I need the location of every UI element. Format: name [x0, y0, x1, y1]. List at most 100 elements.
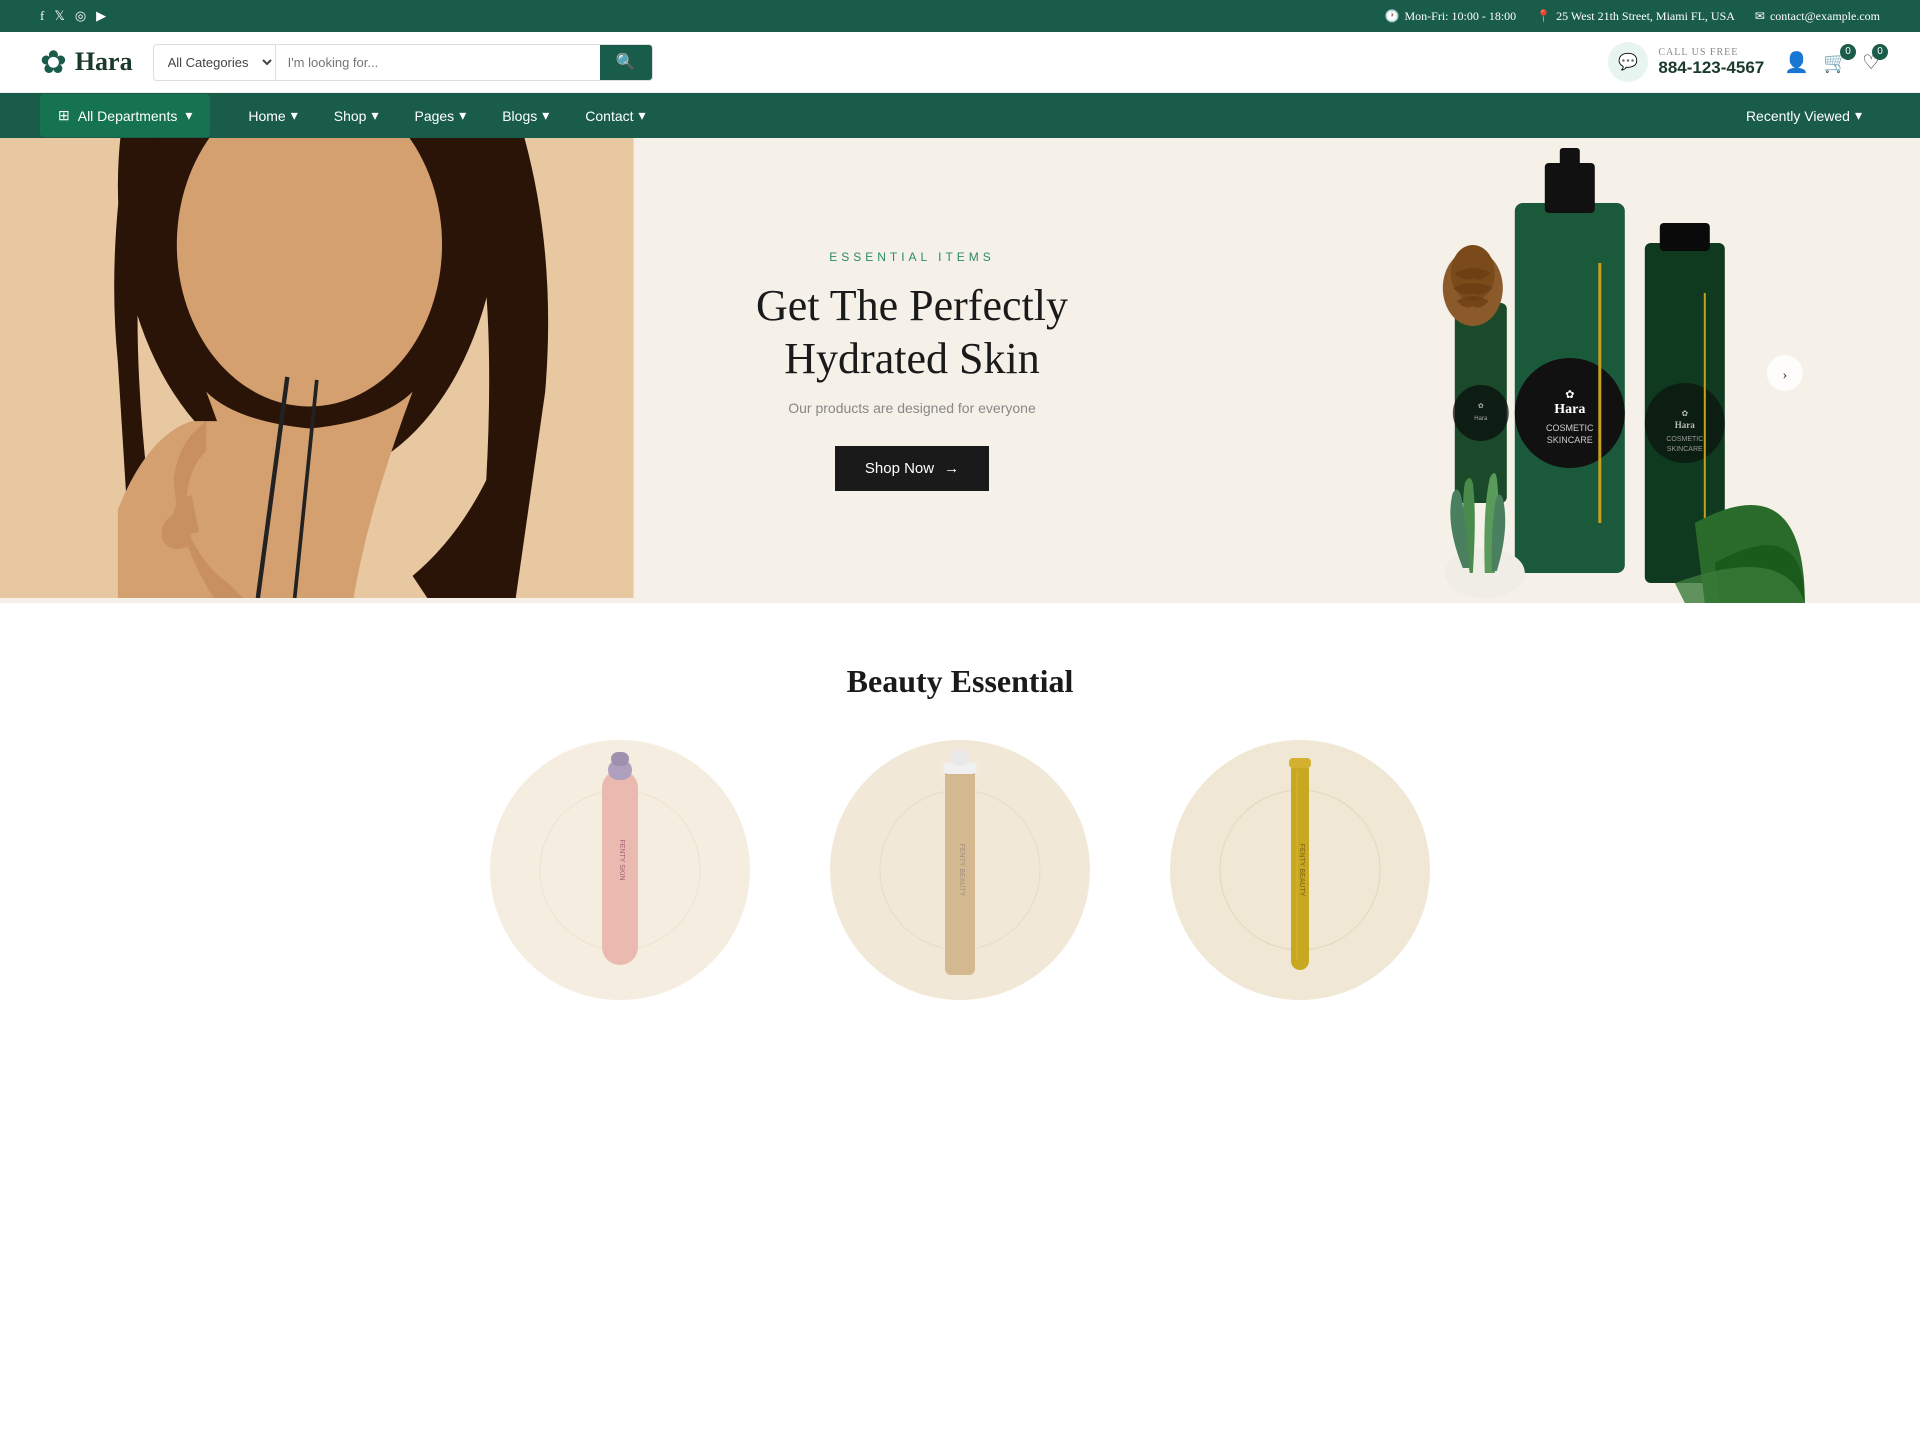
clock-icon: 🕐 [1385, 9, 1400, 24]
recently-viewed-chevron: ▾ [1855, 107, 1862, 124]
category-select[interactable]: All Categories [154, 45, 276, 80]
hero-title: Get The Perfectly Hydrated Skin [756, 280, 1068, 386]
product-card-1: FENTY SKIN [470, 740, 770, 1000]
nav-pages-chevron: ▾ [459, 107, 466, 124]
youtube-icon[interactable]: ▶ [96, 8, 106, 24]
search-bar: All Categories 🔍 [153, 44, 653, 81]
svg-text:Hara: Hara [1475, 416, 1489, 422]
phone-icon-wrap: 💬 [1608, 42, 1648, 82]
location-icon: 📍 [1536, 9, 1551, 24]
hours-info: 🕐 Mon-Fri: 10:00 - 18:00 [1385, 9, 1517, 24]
hours-text: Mon-Fri: 10:00 - 18:00 [1404, 9, 1516, 24]
chat-icon: 💬 [1618, 52, 1638, 72]
shop-now-button[interactable]: Shop Now → [835, 446, 989, 491]
instagram-icon[interactable]: ◎ [75, 8, 86, 24]
products-illustration: ✿ Hara COSMETIC SKINCARE ✿ Hara ✿ Hara C… [1190, 143, 1920, 603]
cart-button[interactable]: 🛒 0 [1823, 50, 1848, 75]
svg-text:FENTY BEAUTY: FENTY BEAUTY [958, 844, 965, 897]
nav-contact-chevron: ▾ [639, 107, 646, 124]
wishlist-button[interactable]: ♡ 0 [1862, 50, 1880, 75]
nav-links: Home ▾ Shop ▾ Pages ▾ Blogs ▾ Contact ▾ [230, 93, 1728, 138]
search-input[interactable] [276, 45, 600, 80]
email-info: ✉ contact@example.com [1755, 9, 1880, 24]
svg-text:SKINCARE: SKINCARE [1547, 435, 1593, 445]
nav-shop[interactable]: Shop ▾ [316, 93, 397, 138]
navigation: ⊞ All Departments ▾ Home ▾ Shop ▾ Pages … [0, 93, 1920, 138]
product-card-2: FENTY BEAUTY [810, 740, 1110, 1000]
user-account-button[interactable]: 👤 [1784, 50, 1809, 75]
mail-icon: ✉ [1755, 9, 1765, 24]
product-circle-1: FENTY SKIN [490, 740, 750, 1000]
nav-pages-label: Pages [414, 108, 454, 124]
address-text: 25 West 21th Street, Miami FL, USA [1556, 9, 1735, 24]
svg-text:COSMETIC: COSMETIC [1667, 436, 1704, 443]
email-text: contact@example.com [1770, 9, 1880, 24]
facebook-icon[interactable]: f [40, 8, 44, 24]
svg-text:FENTY SKIN: FENTY SKIN [618, 839, 625, 880]
svg-text:FENTY BEAUTY: FENTY BEAUTY [1298, 844, 1305, 897]
chevron-down-icon: ▾ [185, 107, 192, 124]
product-image-2: FENTY BEAUTY [830, 740, 1090, 1000]
nav-home-chevron: ▾ [291, 107, 298, 124]
recently-viewed-button[interactable]: Recently Viewed ▾ [1728, 93, 1880, 138]
svg-text:Hara: Hara [1555, 402, 1586, 417]
user-icon: 👤 [1784, 52, 1809, 74]
nav-pages[interactable]: Pages ▾ [396, 93, 484, 138]
grid-icon: ⊞ [58, 107, 70, 124]
hero-image-left [0, 138, 634, 603]
beauty-section: Beauty Essential FENTY SKIN [0, 603, 1920, 1040]
twitter-icon[interactable]: 𝕏 [54, 8, 64, 24]
hero-products-right: ✿ Hara COSMETIC SKINCARE ✿ Hara ✿ Hara C… [1190, 138, 1920, 603]
woman-illustration [0, 138, 634, 598]
logo-icon: ✿ [40, 43, 67, 81]
product-circle-3: FENTY BEAUTY [1170, 740, 1430, 1000]
hero-section: ESSENTIAL ITEMS Get The Perfectly Hydrat… [0, 138, 1920, 603]
logo-text: Hara [75, 47, 133, 77]
nav-home-label: Home [248, 108, 285, 124]
nav-home[interactable]: Home ▾ [230, 93, 315, 138]
nav-shop-label: Shop [334, 108, 367, 124]
shop-now-label: Shop Now [865, 460, 934, 477]
recently-viewed-label: Recently Viewed [1746, 108, 1850, 124]
search-button[interactable]: 🔍 [600, 45, 652, 80]
hero-text-center: ESSENTIAL ITEMS Get The Perfectly Hydrat… [634, 138, 1191, 603]
top-bar: f 𝕏 ◎ ▶ 🕐 Mon-Fri: 10:00 - 18:00 📍 25 We… [0, 0, 1920, 32]
svg-text:✿: ✿ [1682, 409, 1689, 418]
all-departments-button[interactable]: ⊞ All Departments ▾ [40, 94, 210, 137]
phone-text: CALL US FREE 884-123-4567 [1658, 47, 1764, 78]
nav-blogs[interactable]: Blogs ▾ [484, 93, 567, 138]
product-image-3: FENTY BEAUTY [1170, 740, 1430, 1000]
svg-text:SKINCARE: SKINCARE [1667, 446, 1703, 453]
hero-subtitle: Our products are designed for everyone [788, 400, 1035, 416]
header-right: 💬 CALL US FREE 884-123-4567 👤 🛒 0 ♡ 0 [1608, 42, 1880, 82]
nav-shop-chevron: ▾ [371, 107, 378, 124]
nav-contact[interactable]: Contact ▾ [567, 93, 663, 138]
header-icons: 👤 🛒 0 ♡ 0 [1784, 50, 1880, 75]
nav-blogs-label: Blogs [502, 108, 537, 124]
nav-blogs-chevron: ▾ [542, 107, 549, 124]
product-circle-2: FENTY BEAUTY [830, 740, 1090, 1000]
svg-text:✿: ✿ [1566, 389, 1575, 401]
svg-text:Hara: Hara [1675, 420, 1695, 430]
phone-block: 💬 CALL US FREE 884-123-4567 [1608, 42, 1764, 82]
cart-badge: 0 [1840, 44, 1856, 60]
wishlist-badge: 0 [1872, 44, 1888, 60]
hero-title-line2: Hydrated Skin [784, 334, 1039, 383]
products-grid: FENTY SKIN FENTY BEAUTY [40, 740, 1880, 1000]
topbar-info: 🕐 Mon-Fri: 10:00 - 18:00 📍 25 West 21th … [1385, 9, 1880, 24]
svg-text:✿: ✿ [1478, 403, 1484, 410]
nav-contact-label: Contact [585, 108, 633, 124]
social-icons: f 𝕏 ◎ ▶ [40, 8, 106, 24]
svg-text:COSMETIC: COSMETIC [1546, 423, 1594, 433]
address-info: 📍 25 West 21th Street, Miami FL, USA [1536, 9, 1735, 24]
product-image-1: FENTY SKIN [490, 740, 750, 1000]
svg-text:›: › [1783, 368, 1788, 383]
hero-title-line1: Get The Perfectly [756, 281, 1068, 330]
phone-label: CALL US FREE [1658, 47, 1764, 58]
social-bar: f 𝕏 ◎ ▶ [40, 8, 106, 24]
phone-number: 884-123-4567 [1658, 58, 1764, 77]
beauty-section-title: Beauty Essential [40, 663, 1880, 700]
header: ✿ Hara All Categories 🔍 💬 CALL US FREE 8… [0, 32, 1920, 93]
arrow-right-icon: → [944, 460, 959, 477]
logo-link[interactable]: ✿ Hara [40, 43, 133, 81]
